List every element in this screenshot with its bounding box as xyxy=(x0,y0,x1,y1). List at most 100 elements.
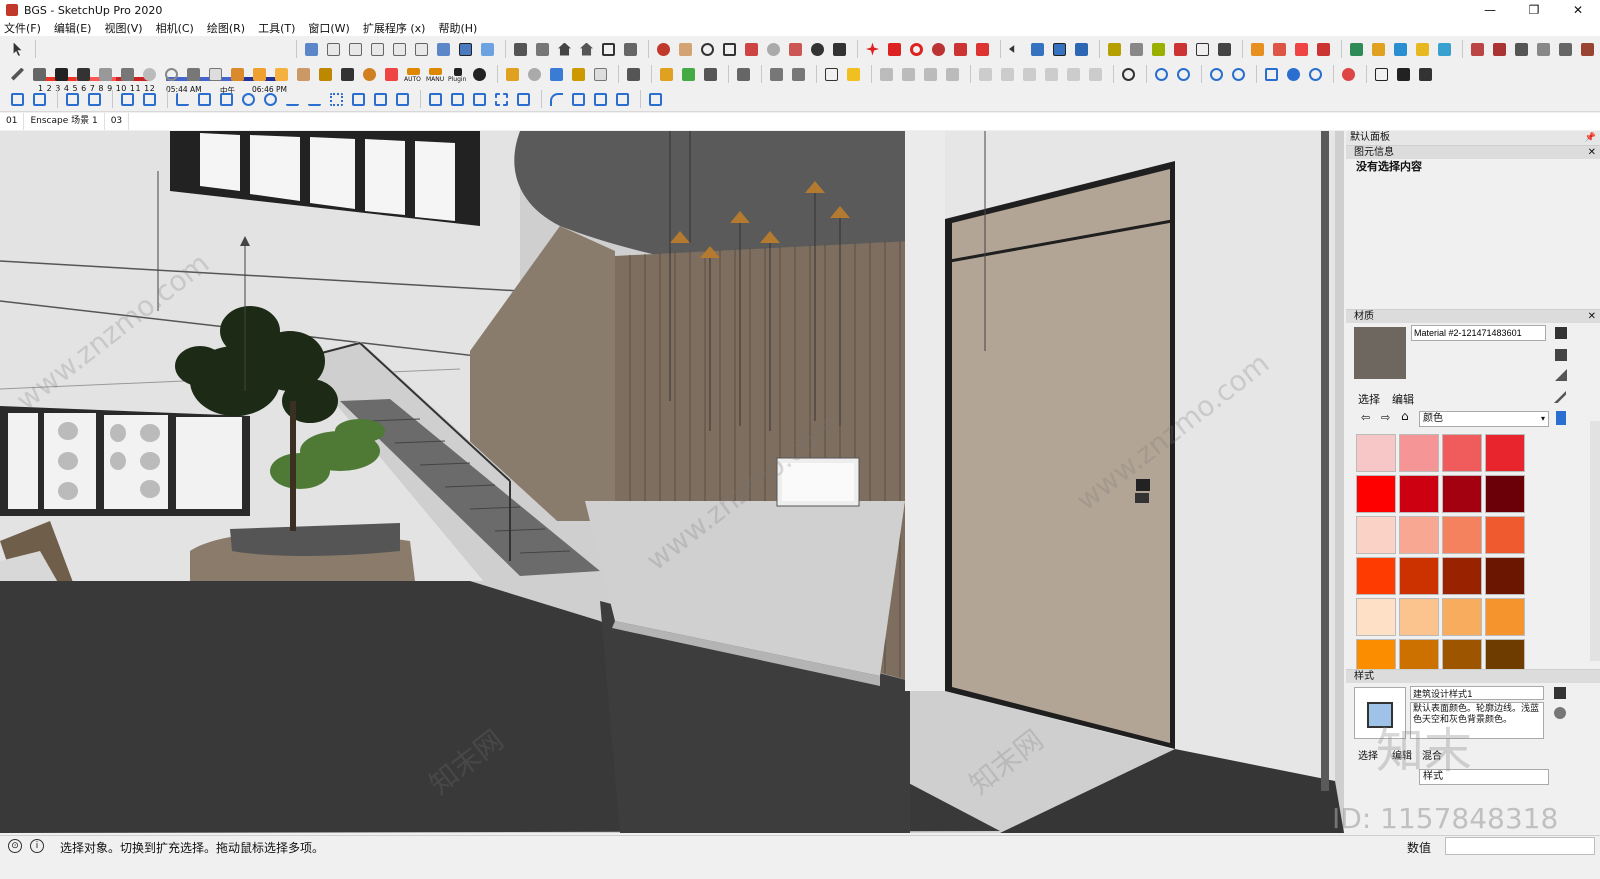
home-icon[interactable] xyxy=(555,40,574,59)
cloud-2-icon[interactable] xyxy=(1174,65,1193,84)
material-library-select[interactable]: 颜色 ▾ xyxy=(1419,411,1549,427)
menu-camera[interactable]: 相机(C) xyxy=(156,20,194,36)
material-swatch[interactable] xyxy=(1356,598,1396,636)
light-panel-icon[interactable] xyxy=(250,65,269,84)
monochrome-icon[interactable] xyxy=(478,40,497,59)
swatch-scrollbar[interactable] xyxy=(1590,421,1600,661)
house-icon[interactable] xyxy=(577,40,596,59)
material-swatch[interactable] xyxy=(1356,475,1396,513)
help-icon[interactable] xyxy=(470,65,489,84)
entity-info-header[interactable]: 图元信息 ✕ xyxy=(1346,145,1600,159)
materials-tab-edit[interactable]: 编辑 xyxy=(1392,391,1414,407)
wave-icon[interactable] xyxy=(261,90,280,109)
dots-icon[interactable] xyxy=(327,90,346,109)
open-folder-icon[interactable] xyxy=(8,90,27,109)
panel-icon-1[interactable] xyxy=(976,65,995,84)
scene-tab-01[interactable]: 01 xyxy=(0,113,25,130)
extension-5-icon[interactable] xyxy=(1556,40,1575,59)
material-swatch[interactable] xyxy=(1356,516,1396,554)
auto-icon[interactable]: AUTO xyxy=(404,65,423,84)
close-icon[interactable]: ✕ xyxy=(1588,146,1596,160)
gear-blue-icon[interactable] xyxy=(1284,65,1303,84)
section-plane-icon[interactable] xyxy=(1006,40,1025,59)
model-viewport[interactable]: www.znzmo.com www.znzmo.com www.znzmo.co… xyxy=(0,131,1344,833)
xray-icon[interactable] xyxy=(434,40,453,59)
intersect-icon[interactable] xyxy=(1391,40,1410,59)
3d-text-icon[interactable] xyxy=(1215,40,1234,59)
shield-2-icon[interactable] xyxy=(657,65,676,84)
fire-icon[interactable] xyxy=(294,65,313,84)
forward-arrow-icon[interactable]: ⇨ xyxy=(1381,411,1390,424)
minimize-button[interactable]: — xyxy=(1468,0,1512,20)
shaded-textures-icon[interactable] xyxy=(456,40,475,59)
material-swatch[interactable] xyxy=(1485,434,1525,472)
component-2-icon[interactable] xyxy=(85,90,104,109)
panel-icon-5[interactable] xyxy=(1064,65,1083,84)
layout-icon-3[interactable] xyxy=(921,65,940,84)
brush-icon[interactable] xyxy=(613,90,632,109)
smoove-icon[interactable] xyxy=(1314,40,1333,59)
union-icon[interactable] xyxy=(1413,40,1432,59)
material-name-input[interactable] xyxy=(1411,325,1546,341)
display-section-fill-icon[interactable] xyxy=(1072,40,1091,59)
panel-icon-4[interactable] xyxy=(1042,65,1061,84)
dimension-icon[interactable] xyxy=(1127,40,1146,59)
refresh-icon[interactable] xyxy=(1306,65,1325,84)
menu-draw[interactable]: 绘图(R) xyxy=(207,20,245,36)
back-arrow-icon[interactable]: ⇦ xyxy=(1361,411,1370,424)
material-swatch[interactable] xyxy=(1399,475,1439,513)
select-tool-icon[interactable] xyxy=(8,40,27,59)
tree-icon[interactable] xyxy=(679,65,698,84)
scale-icon[interactable] xyxy=(951,40,970,59)
car-icon[interactable] xyxy=(547,65,566,84)
scene-tab-03[interactable]: 03 xyxy=(105,113,130,130)
paint-bucket-icon[interactable] xyxy=(30,65,49,84)
view-top-icon[interactable] xyxy=(324,40,343,59)
sphere-icon[interactable] xyxy=(140,65,159,84)
layers-icon[interactable] xyxy=(118,90,137,109)
table-icon[interactable] xyxy=(1372,65,1391,84)
photo-icon[interactable] xyxy=(206,65,225,84)
position-camera-icon[interactable] xyxy=(786,40,805,59)
view-iso-icon[interactable] xyxy=(302,40,321,59)
speaker-icon[interactable] xyxy=(734,65,753,84)
material-swatch[interactable] xyxy=(1442,598,1482,636)
material-swatch[interactable] xyxy=(1442,557,1482,595)
printer-icon[interactable] xyxy=(624,65,643,84)
protractor-icon[interactable] xyxy=(1149,40,1168,59)
style-name[interactable]: 建筑设计样式1 xyxy=(1410,686,1544,700)
reverse-icon[interactable] xyxy=(140,90,159,109)
arc-icon[interactable] xyxy=(547,90,566,109)
info-circle-icon[interactable]: i xyxy=(30,839,44,853)
cut-icon[interactable] xyxy=(349,90,368,109)
panel-icon-3[interactable] xyxy=(1020,65,1039,84)
solid-tools-icon[interactable] xyxy=(1347,40,1366,59)
cube-2-icon[interactable] xyxy=(514,90,533,109)
manu-icon[interactable]: MANU xyxy=(426,65,445,84)
grid-blue-icon[interactable] xyxy=(492,90,511,109)
arrow-up-icon[interactable] xyxy=(426,90,445,109)
disc-icon[interactable] xyxy=(525,65,544,84)
copy-icon[interactable] xyxy=(371,90,390,109)
layout-icon-1[interactable] xyxy=(877,65,896,84)
key-icon[interactable] xyxy=(569,65,588,84)
hourglass-icon[interactable] xyxy=(228,65,247,84)
view-left-icon[interactable] xyxy=(412,40,431,59)
follow-me-icon[interactable] xyxy=(929,40,948,59)
look-around-icon[interactable] xyxy=(808,40,827,59)
view-front-icon[interactable] xyxy=(346,40,365,59)
material-swatch[interactable] xyxy=(1356,557,1396,595)
bottles-icon[interactable] xyxy=(316,65,335,84)
zoom-icon[interactable] xyxy=(698,40,717,59)
hook-icon[interactable] xyxy=(184,65,203,84)
outer-shell-icon[interactable] xyxy=(1369,40,1388,59)
display-section-icon[interactable] xyxy=(1028,40,1047,59)
flower-icon[interactable] xyxy=(382,65,401,84)
render-box-icon[interactable] xyxy=(338,65,357,84)
book-icon[interactable] xyxy=(533,40,552,59)
zoom-extents-icon[interactable] xyxy=(742,40,761,59)
create-style-icon[interactable] xyxy=(1554,687,1566,699)
material-swatch[interactable] xyxy=(1399,434,1439,472)
page-icon[interactable] xyxy=(217,90,236,109)
extension-6-icon[interactable] xyxy=(1578,40,1597,59)
